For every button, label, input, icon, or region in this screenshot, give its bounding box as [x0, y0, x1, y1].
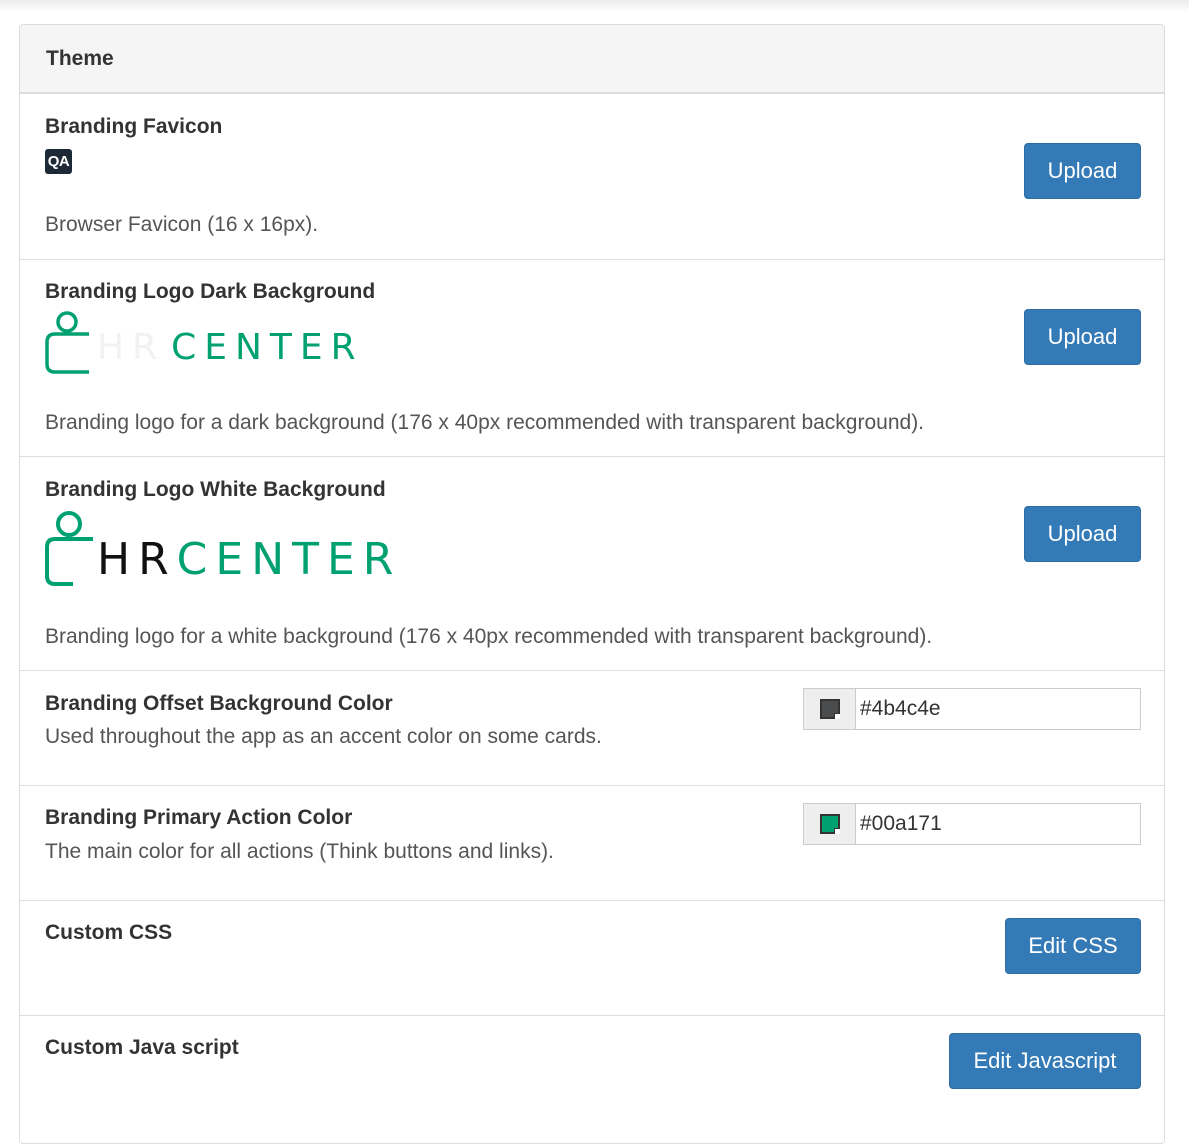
primary-color-swatch-button[interactable] — [803, 803, 855, 845]
primary-color-description: The main color for all actions (Think bu… — [45, 840, 554, 863]
offset-color-picker — [803, 688, 1141, 730]
edit-javascript-button[interactable]: Edit Javascript — [949, 1033, 1141, 1089]
logo-white-word: CENTER — [176, 534, 402, 585]
primary-color-row: Branding Primary Action Color The main c… — [20, 786, 1164, 901]
custom-css-row: Custom CSS Edit CSS — [20, 901, 1164, 1016]
favicon-title: Branding Favicon — [45, 115, 223, 138]
logo-white-row: Branding Logo White Background HR CENTER… — [20, 457, 1164, 671]
logo-dark-description: Branding logo for a dark background (176… — [45, 411, 925, 434]
upload-favicon-button[interactable]: Upload — [1024, 143, 1141, 199]
logo-dark-prefix: HR — [97, 327, 166, 368]
offset-color-row: Branding Offset Background Color Used th… — [20, 671, 1164, 786]
primary-color-picker — [803, 803, 1141, 845]
top-shadow — [0, 0, 1189, 12]
lock-icon — [45, 511, 93, 586]
primary-color-input[interactable] — [855, 803, 1141, 845]
favicon-row: Branding Favicon QA Browser Favicon (16 … — [20, 94, 1164, 260]
offset-color-title: Branding Offset Background Color — [45, 692, 393, 715]
custom-js-row: Custom Java script Edit Javascript — [20, 1016, 1164, 1143]
logo-dark-word: CENTER — [171, 327, 364, 368]
lock-icon — [45, 311, 89, 374]
offset-color-swatch-button[interactable] — [803, 688, 855, 730]
logo-dark-row: Branding Logo Dark Background HR CENTER … — [20, 260, 1164, 457]
upload-logo-white-button[interactable]: Upload — [1024, 506, 1141, 562]
primary-color-title: Branding Primary Action Color — [45, 806, 353, 829]
logo-white-prefix: HR — [97, 534, 177, 585]
logo-white-description: Branding logo for a white background (17… — [45, 625, 933, 648]
logo-white-preview: HR CENTER — [45, 506, 401, 588]
favicon-preview: QA — [45, 149, 72, 174]
edit-css-button[interactable]: Edit CSS — [1005, 918, 1141, 974]
offset-color-input[interactable] — [855, 688, 1141, 730]
logo-white-title: Branding Logo White Background — [45, 478, 386, 501]
custom-js-title: Custom Java script — [45, 1036, 239, 1059]
color-swatch-icon — [819, 699, 840, 719]
offset-color-description: Used throughout the app as an accent col… — [45, 725, 602, 748]
favicon-description: Browser Favicon (16 x 16px). — [45, 213, 319, 236]
logo-dark-title: Branding Logo Dark Background — [45, 280, 376, 303]
panel-title: Theme — [20, 25, 1164, 94]
custom-css-title: Custom CSS — [45, 921, 173, 944]
theme-panel: Theme Branding Favicon QA Browser Favico… — [19, 24, 1165, 1144]
logo-dark-preview: HR CENTER — [45, 308, 364, 374]
upload-logo-dark-button[interactable]: Upload — [1024, 309, 1141, 365]
color-swatch-icon — [819, 814, 840, 834]
